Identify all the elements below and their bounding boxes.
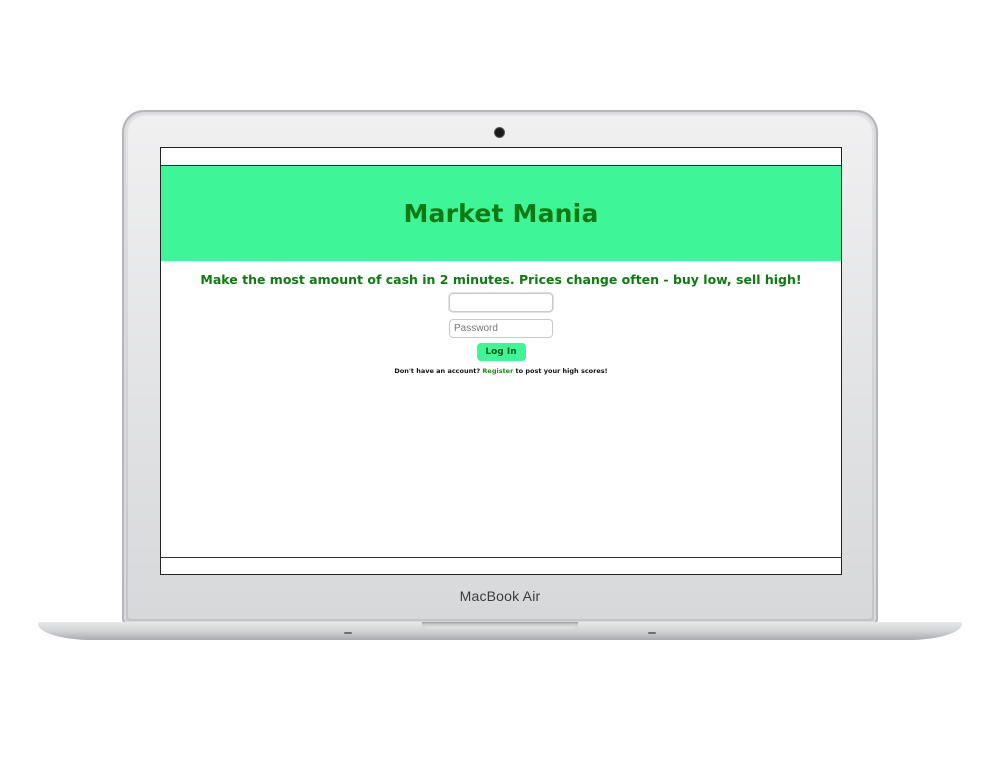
browser-viewport: Market Mania Make the most amount of cas… (160, 147, 842, 575)
register-prompt: Don't have an account? Register to post … (161, 367, 841, 375)
username-input[interactable] (449, 293, 553, 312)
header-banner: Market Mania (161, 166, 841, 261)
register-prompt-lead: Don't have an account? (394, 367, 483, 375)
top-frame-strip (161, 148, 841, 166)
laptop-lid: Market Mania Make the most amount of cas… (122, 110, 878, 625)
register-prompt-tail: to post your high scores! (513, 367, 608, 375)
page-title: Market Mania (403, 199, 599, 228)
game-tagline: Make the most amount of cash in 2 minute… (200, 272, 802, 287)
bottom-frame-strip (161, 557, 841, 574)
laptop-brand-label: MacBook Air (459, 588, 541, 604)
password-input[interactable] (449, 319, 553, 338)
register-link[interactable]: Register (482, 367, 513, 375)
left-foot (344, 632, 352, 634)
login-button[interactable]: Log In (476, 343, 526, 361)
laptop-base (38, 622, 962, 640)
laptop-mockup: Market Mania Make the most amount of cas… (0, 0, 1000, 772)
webcam-icon (495, 128, 504, 137)
login-panel: Make the most amount of cash in 2 minute… (161, 261, 841, 375)
lid-opening-notch (422, 622, 578, 629)
right-foot (648, 632, 656, 634)
